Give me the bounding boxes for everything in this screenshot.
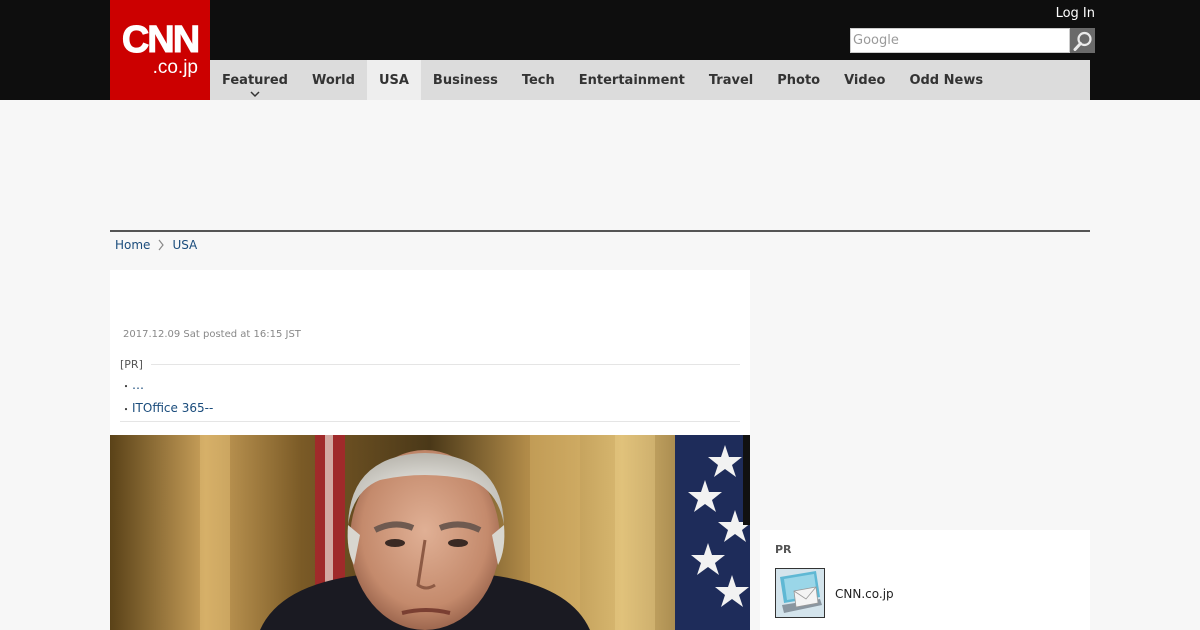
nav-item-label: Entertainment	[578, 72, 685, 88]
sidebar-pr-card: PR CNN.co.jp	[760, 530, 1090, 630]
nav-item-business[interactable]: Business	[421, 60, 510, 100]
nav-item-label: USA	[378, 72, 409, 88]
nav-item-label: Travel	[708, 72, 754, 88]
cnn-logo[interactable]: CNN .co.jp	[110, 0, 210, 100]
article-card: 2017.12.09 Sat posted at 16:15 JST [PR] …	[110, 270, 750, 630]
logo-wordmark: CNN	[121, 19, 200, 61]
nav-item-label: Photo	[777, 72, 821, 88]
nav-item-usa[interactable]: USA	[366, 60, 421, 100]
nav-item-label: Video	[844, 72, 886, 88]
search-icon	[1073, 31, 1092, 51]
chevron-right-icon	[158, 239, 165, 251]
post-date: 2017.12.09 Sat posted at 16:15 JST	[123, 329, 301, 340]
nav-item-label: Odd News	[909, 72, 984, 88]
pr-link-item: ・ …	[120, 374, 740, 396]
nav-item-tech[interactable]: Tech	[510, 60, 567, 100]
ad-banner-slot	[110, 100, 1090, 230]
chevron-down-icon	[250, 91, 260, 98]
sidebar-pr-link[interactable]: CNN.co.jp	[835, 587, 894, 601]
bullet-icon: ・	[121, 381, 131, 393]
pr-link[interactable]: ITOffice 365--	[132, 401, 213, 415]
breadcrumb-usa[interactable]: USA	[172, 238, 197, 252]
nav-item-label: Featured	[222, 72, 288, 88]
login-link[interactable]: Log In	[1056, 6, 1095, 21]
nav-item-odd-news[interactable]: Odd News	[897, 60, 995, 100]
nav-item-video[interactable]: Video	[832, 60, 897, 100]
pr-divider	[120, 421, 740, 422]
laptop-mail-icon	[776, 569, 824, 617]
article-photo	[110, 435, 750, 630]
breadcrumb-home[interactable]: Home	[115, 238, 150, 252]
nav-item-featured[interactable]: Featured	[210, 60, 300, 100]
pr-links-block: [PR] ・ … ・ ITOffice 365--	[120, 355, 740, 422]
main-nav: Featured World USA Business Tech Enterta…	[210, 60, 1090, 100]
pr-label: [PR]	[120, 357, 143, 371]
search-input[interactable]	[850, 28, 1070, 53]
nav-item-entertainment[interactable]: Entertainment	[567, 60, 697, 100]
sidebar-pr-label: PR	[775, 543, 792, 556]
pr-link-item: ・ ITOffice 365--	[120, 397, 740, 419]
nav-item-world[interactable]: World	[300, 60, 367, 100]
pr-link[interactable]: …	[132, 378, 144, 392]
nav-item-label: Tech	[521, 72, 555, 88]
search-button[interactable]	[1070, 28, 1095, 53]
logo-domain: .co.jp	[152, 57, 198, 78]
nav-item-label: Business	[432, 72, 498, 88]
pr-divider	[150, 363, 740, 365]
nav-item-label: World	[311, 72, 355, 88]
bullet-icon: ・	[121, 404, 131, 416]
pr-thumbnail[interactable]	[775, 568, 825, 618]
nav-item-photo[interactable]: Photo	[765, 60, 832, 100]
nav-item-travel[interactable]: Travel	[697, 60, 765, 100]
section-divider	[110, 230, 1090, 232]
breadcrumb: Home USA	[115, 238, 197, 252]
